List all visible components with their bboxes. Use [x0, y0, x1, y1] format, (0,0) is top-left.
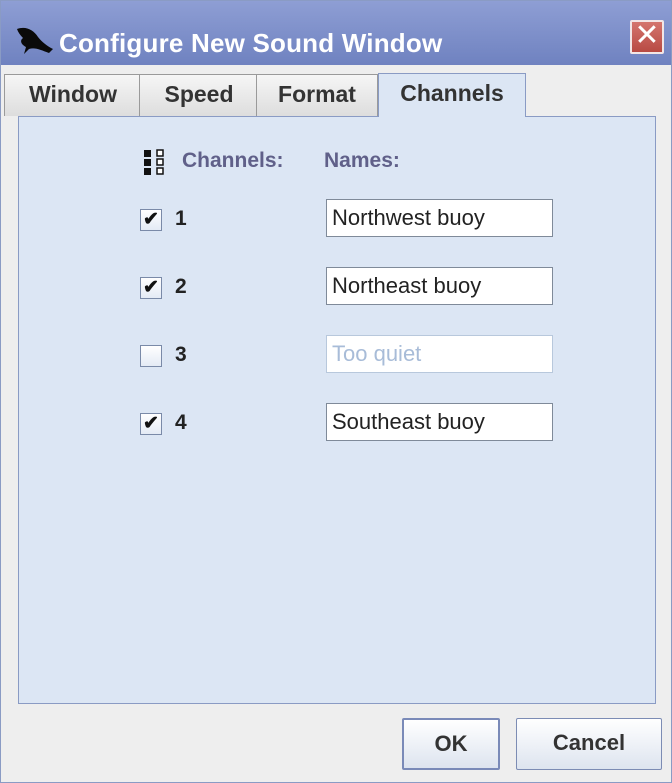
tab-label: Channels: [400, 80, 504, 106]
bird-icon: [17, 27, 53, 54]
columns-icon: [144, 149, 164, 175]
tab-label: Format: [278, 81, 356, 107]
channel-number: 1: [175, 207, 187, 230]
names-header: Names:: [324, 149, 400, 172]
tab-window[interactable]: Window: [4, 74, 142, 116]
tab-format[interactable]: Format: [256, 74, 378, 116]
channel-name-field-2[interactable]: [326, 267, 553, 305]
window-title: Configure New Sound Window: [59, 28, 443, 58]
tab-channels[interactable]: Channels: [378, 73, 526, 117]
cancel-label: Cancel: [552, 730, 626, 755]
channels-header: Channels:: [182, 149, 284, 172]
cancel-button[interactable]: Cancel: [516, 718, 662, 770]
tab-label: Window: [29, 81, 117, 107]
channel-checkbox-3[interactable]: [140, 345, 162, 367]
title-bar[interactable]: Configure New Sound Window ✕: [1, 1, 671, 65]
channel-number: 4: [175, 411, 187, 434]
channel-name-field-1[interactable]: [326, 199, 553, 237]
ok-button[interactable]: OK: [402, 718, 500, 770]
channel-number: 3: [175, 343, 187, 366]
channels-panel: Channels: Names: ✔ 1 ✔ 2 3 ✔ 4: [18, 116, 656, 704]
tab-strip: Window Speed Format Channels: [1, 65, 671, 117]
tab-speed[interactable]: Speed: [139, 74, 259, 116]
check-icon: ✔: [143, 413, 159, 434]
channel-checkbox-1[interactable]: ✔: [140, 209, 162, 231]
check-icon: ✔: [143, 209, 159, 230]
channel-checkbox-2[interactable]: ✔: [140, 277, 162, 299]
close-icon: ✕: [634, 19, 660, 52]
ok-label: OK: [434, 731, 468, 756]
channel-checkbox-4[interactable]: ✔: [140, 413, 162, 435]
tab-label: Speed: [164, 81, 234, 107]
dialog-window: Configure New Sound Window ✕ Window Spee…: [0, 0, 672, 783]
channel-name-field-3: [326, 335, 553, 373]
channel-number: 2: [175, 275, 187, 298]
channel-name-field-4[interactable]: [326, 403, 553, 441]
check-icon: ✔: [143, 277, 159, 298]
close-button[interactable]: ✕: [630, 20, 664, 54]
